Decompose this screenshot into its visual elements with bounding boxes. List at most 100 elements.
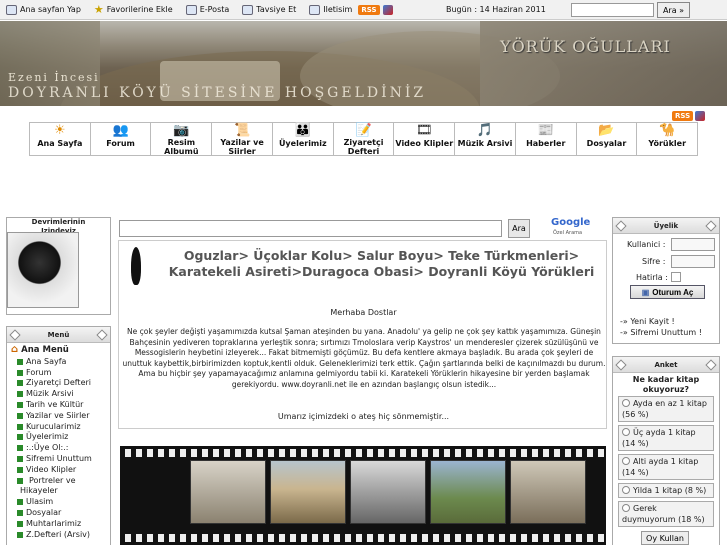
home-page-label: Ana sayfan Yap [20, 5, 81, 14]
photo-thumbnail[interactable] [430, 460, 506, 524]
menu-item-label: Ana Sayfa [26, 356, 67, 366]
mail-icon [309, 4, 321, 15]
contact-link[interactable]: Iletisim [309, 4, 353, 15]
nav-label: Ana Sayfa [37, 139, 83, 148]
email-link[interactable]: E-Posta [185, 4, 229, 15]
google-search-button[interactable]: Ara [508, 219, 530, 238]
nav-members[interactable]: 👪 Üyelerimiz [272, 123, 334, 155]
poll-option-label: Üç ayda 1 kitap (14 %) [622, 428, 696, 448]
email-icon [185, 4, 197, 15]
photo-thumbnail[interactable] [190, 460, 266, 524]
nav-photo-album[interactable]: 📷 Resim Albumü [151, 123, 213, 156]
google-search-input[interactable] [119, 220, 502, 237]
menu-item[interactable]: Ana Sayfa [11, 357, 110, 368]
menu-item[interactable]: Z.Defteri (Arsiv) [11, 530, 110, 541]
password-input[interactable] [671, 255, 715, 268]
photo-thumbnail[interactable] [270, 460, 346, 524]
bullet-icon [17, 412, 23, 419]
poll-option[interactable]: Yilda 1 kitap (8 %) [618, 483, 714, 498]
users-icon: 👪 [294, 123, 311, 138]
rss-icon[interactable]: RSS [358, 4, 380, 15]
nav-label: Müzik Arsivi [457, 139, 513, 148]
nav-guestbook[interactable]: 📝 Ziyaretçi Defteri [333, 123, 395, 156]
nav-yoruks[interactable]: 🐪 Yörükler [637, 123, 698, 155]
guestbook-icon: 📝 [355, 123, 372, 138]
nav-music-archive[interactable]: 🎵 Müzik Arsivi [455, 123, 516, 155]
bullet-icon [17, 531, 23, 538]
poll-option[interactable]: Alti ayda 1 kitap (14 %) [618, 454, 714, 480]
menu-item-label: :.:Üye Ol:.: [26, 443, 69, 453]
key-icon: ▣ [641, 287, 650, 297]
poll-box-header: Anket [613, 357, 719, 373]
nav-forum[interactable]: 👥 Forum [90, 123, 152, 155]
nav-video-clips[interactable]: 🎞 Video Klipler [394, 123, 456, 155]
menu-item[interactable]: Yazilar ve Siirler [11, 411, 110, 422]
nav-writings[interactable]: 📜 Yazilar ve Siirler [212, 123, 273, 156]
poll-option-label: Ayda en az 1 kitap (56 %) [622, 399, 707, 419]
poll-option[interactable]: Gerek duymuyorum (18 %) [618, 501, 714, 527]
radio-button[interactable] [622, 399, 630, 407]
menu-box: Menü ⌂ Ana Menü Ana Sayfa Forum Ziyaretçi… [6, 326, 111, 545]
menu-item-label: Sifremi Unuttum [26, 453, 92, 463]
nav-home[interactable]: ☀ Ana Sayfa [30, 123, 91, 155]
nav-news[interactable]: 📰 Haberler [515, 123, 577, 155]
username-input[interactable] [671, 238, 715, 251]
remember-checkbox[interactable] [671, 272, 681, 282]
photo-thumbnail[interactable] [350, 460, 426, 524]
menu-item[interactable]: Muhtarlarimiz [11, 519, 110, 530]
poll-option-label: Alti ayda 1 kitap (14 %) [622, 457, 699, 477]
home-icon [6, 4, 17, 15]
photo-thumbnail[interactable] [510, 460, 586, 524]
network-icon[interactable] [695, 111, 706, 121]
menu-box-header: Menü [7, 327, 110, 343]
poll-option[interactable]: Üç ayda 1 kitap (14 %) [618, 425, 714, 451]
menu-item[interactable]: Forum [11, 368, 110, 379]
poll-question: Ne kadar kitap okuyoruz? [632, 375, 700, 394]
top-search-input[interactable] [571, 3, 654, 17]
menu-item[interactable]: Sifremi Unuttum [11, 454, 110, 465]
radio-button[interactable] [622, 486, 630, 494]
menu-item[interactable]: Portreler ve Hikayeler [11, 476, 107, 498]
bullet-icon [17, 509, 23, 516]
nav-label: Yörükler [648, 139, 687, 148]
register-link[interactable]: -» Yeni Kayit ! [620, 317, 675, 326]
menu-item[interactable]: Tarih ve Kültür [11, 400, 110, 411]
favorites-link[interactable]: ★ Favorilerine Ekle [94, 4, 173, 15]
menu-item[interactable]: Üyelerimiz [11, 432, 110, 443]
menu-item[interactable]: Ulasim [11, 497, 110, 508]
nav-label: Üyelerimiz [278, 139, 327, 148]
menu-item[interactable]: Ziyaretçi Defteri [11, 378, 110, 389]
contact-label: Iletisim [323, 5, 353, 14]
radio-button[interactable] [622, 457, 630, 465]
top-search-button[interactable]: Ara » [657, 2, 690, 18]
recommend-link[interactable]: Tavsiye Et [242, 4, 296, 15]
network-icon[interactable] [382, 4, 393, 15]
poll-option[interactable]: Ayda en az 1 kitap (56 %) [618, 396, 714, 422]
banner-subtitle: Ezeni İncesi [8, 71, 100, 84]
menu-item[interactable]: Dosyalar [11, 508, 110, 519]
ataturk-portrait [7, 232, 79, 308]
login-button[interactable]: ▣ Oturum Aç [630, 285, 705, 299]
rss-icon[interactable]: RSS [672, 111, 694, 121]
home-page-link[interactable]: Ana sayfan Yap [6, 4, 81, 15]
menu-item-label: Ziyaretçi Defteri [26, 378, 92, 388]
menu-item[interactable]: Kurucularimiz [11, 422, 110, 433]
bullet-icon [17, 466, 23, 473]
vote-button[interactable]: Oy Kullan [641, 531, 689, 545]
menu-list: ⌂ Ana Menü Ana Sayfa Forum Ziyaretçi Deft… [7, 343, 110, 540]
menu-item-label: Video Klipler [26, 464, 77, 474]
menu-item[interactable]: :.:Üye Ol:.: [11, 443, 110, 454]
menu-item-label: Yazilar ve Siirler [26, 410, 90, 420]
nav-label: Haberler [526, 139, 566, 148]
remember-label: Hatirla : [636, 273, 668, 282]
bullet-icon [17, 520, 23, 527]
menu-item[interactable]: Video Klipler [11, 465, 110, 476]
nav-files[interactable]: 📂 Dosyalar [576, 123, 638, 155]
radio-button[interactable] [622, 504, 630, 512]
radio-button[interactable] [622, 428, 630, 436]
menu-item[interactable]: Müzik Arsivi [11, 389, 110, 400]
forgot-password-link[interactable]: -» Sifremi Unuttum ! [620, 328, 702, 337]
scroll-icon: 📜 [233, 123, 251, 138]
banner-title: YÖRÜK OĞULLARI [500, 37, 671, 56]
film-icon: 🎞 [416, 123, 433, 138]
